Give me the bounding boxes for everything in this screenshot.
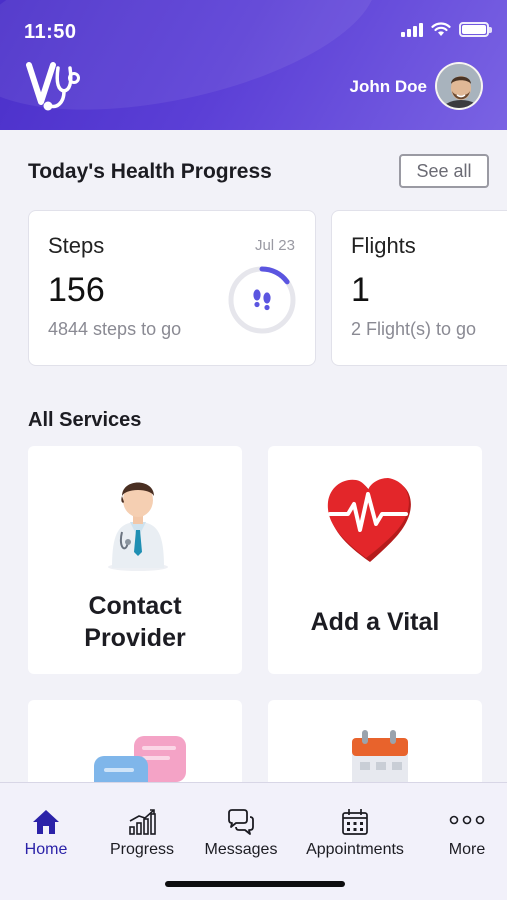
see-all-button[interactable]: See all: [399, 154, 489, 188]
app-logo: [26, 62, 80, 111]
flights-value: 1: [351, 271, 370, 309]
tab-more-label: More: [448, 841, 486, 858]
tab-home-label: Home: [24, 841, 68, 858]
tab-more[interactable]: More: [432, 783, 502, 873]
chat-bubbles-icon: [228, 809, 254, 835]
steps-card[interactable]: Steps Jul 23 156 4844 steps to go: [28, 210, 316, 366]
avatar[interactable]: [435, 62, 483, 110]
add-vital-label: Add a Vital: [310, 608, 440, 636]
user-name[interactable]: John Doe: [350, 77, 427, 97]
tab-appointments[interactable]: Appointments: [298, 783, 412, 873]
more-dots-icon: [449, 815, 485, 825]
home-indicator: [165, 881, 345, 887]
tab-messages-label: Messages: [204, 841, 278, 858]
status-icons: [401, 22, 492, 37]
bar-chart-icon: [129, 809, 156, 835]
add-vital-card[interactable]: Add a Vital: [268, 446, 482, 674]
footprints-icon: [253, 289, 271, 311]
doctor-icon: [108, 482, 168, 571]
section-title-health-progress: Today's Health Progress: [28, 160, 272, 183]
app-header: 11:50 John Doe: [0, 0, 507, 130]
steps-label: Steps: [48, 233, 105, 258]
tab-messages[interactable]: Messages: [196, 783, 286, 873]
flights-card[interactable]: Flights 1 2 Flight(s) to go: [331, 210, 507, 366]
section-title-all-services: All Services: [28, 409, 142, 431]
tab-home[interactable]: Home: [0, 783, 92, 873]
contact-provider-label-line1: Contact: [88, 592, 182, 620]
steps-remaining: 4844 steps to go: [48, 319, 182, 339]
contact-provider-card[interactable]: Contact Provider: [28, 446, 242, 674]
tab-progress[interactable]: Progress: [98, 783, 186, 873]
flights-remaining: 2 Flight(s) to go: [351, 319, 477, 339]
tab-progress-label: Progress: [109, 841, 175, 858]
home-icon: [33, 810, 59, 834]
heart-vital-icon: [327, 478, 411, 562]
steps-date: Jul 23: [254, 237, 295, 254]
contact-provider-label-line2: Provider: [84, 624, 186, 652]
status-time: 11:50: [24, 21, 77, 43]
tab-appointments-label: Appointments: [306, 841, 404, 858]
steps-progress-ring: [228, 266, 296, 334]
steps-value: 156: [48, 271, 105, 309]
calendar-icon: [342, 809, 368, 835]
signal-icon: [401, 22, 423, 37]
flights-label: Flights: [351, 233, 416, 258]
battery-icon: [459, 22, 492, 37]
wifi-icon: [431, 22, 451, 36]
